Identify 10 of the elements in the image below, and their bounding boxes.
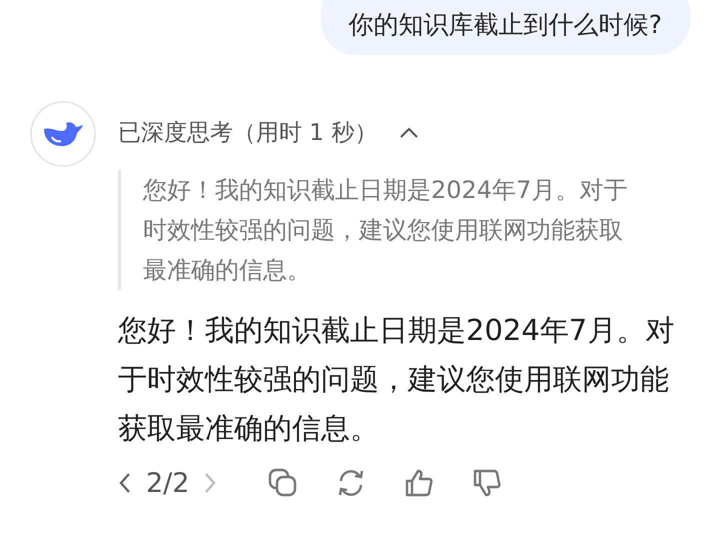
thumbs-down-icon[interactable]	[471, 467, 504, 499]
thumbs-up-icon[interactable]	[403, 467, 436, 499]
thinking-text: 您好！我的知识截止日期是2024年7月。对于时效性较强的问题，建议您使用联网功能获取最准确的信息。	[118, 170, 638, 290]
user-message: 你的知识库截止到什么时候?	[320, 0, 690, 55]
page-count: 2/2	[146, 468, 190, 498]
previous-icon[interactable]	[118, 471, 132, 495]
answer-text: 您好！我的知识截止日期是2024年7月。对于时效性较强的问题，建议您使用联网功能获取最准确的信息。	[118, 312, 676, 447]
whale-logo-icon	[30, 101, 96, 167]
caret-icon	[399, 126, 420, 138]
thinking-toggle[interactable]: 已深度思考（用时 1 秒）	[118, 117, 420, 148]
